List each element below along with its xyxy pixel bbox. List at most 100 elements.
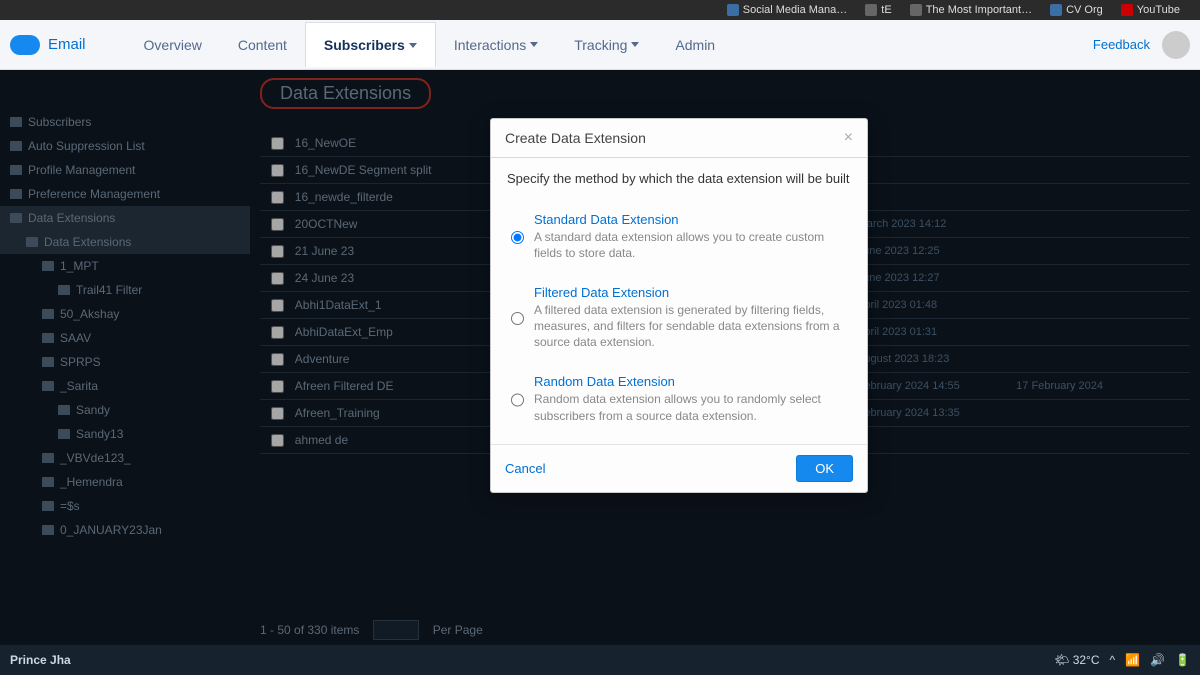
folder-label: Auto Suppression List: [28, 139, 145, 153]
row-checkbox[interactable]: [271, 380, 284, 393]
modal-prompt: Specify the method by which the data ext…: [507, 170, 851, 188]
nav-overview[interactable]: Overview: [126, 22, 220, 67]
row-checkbox[interactable]: [271, 191, 284, 204]
folder-icon: [42, 501, 54, 511]
option-description: A filtered data extension is generated b…: [534, 302, 847, 351]
bookmark[interactable]: The Most Important…: [910, 4, 1032, 16]
folder-icon: [42, 381, 54, 391]
browser-bookmarks: Social Media Mana… tE The Most Important… C…: [0, 0, 1200, 20]
radio-input[interactable]: [511, 287, 524, 351]
app-brand: Email: [48, 36, 86, 53]
sidebar-folder[interactable]: 50_Akshay: [0, 302, 250, 326]
row-date: 25 April 2023 01:31: [842, 326, 1016, 338]
sidebar-folder[interactable]: =$s: [0, 494, 250, 518]
folder-icon: [42, 357, 54, 367]
close-icon[interactable]: ×: [844, 129, 853, 147]
tray-chevron-icon[interactable]: ^: [1110, 653, 1116, 667]
folder-label: =$s: [60, 499, 80, 513]
sidebar-folder[interactable]: Preference Management: [0, 182, 250, 206]
row-checkbox[interactable]: [271, 137, 284, 150]
bookmark[interactable]: CV Org: [1050, 4, 1103, 16]
row-checkbox[interactable]: [271, 218, 284, 231]
sidebar-folder[interactable]: Data Extensions: [0, 230, 250, 254]
tray-wifi-icon[interactable]: 📶: [1125, 653, 1140, 667]
row-checkbox[interactable]: [271, 434, 284, 447]
nav-label: Subscribers: [324, 37, 405, 53]
folder-icon: [58, 285, 70, 295]
tray-volume-icon[interactable]: 🔊: [1150, 653, 1165, 667]
row-checkbox[interactable]: [271, 353, 284, 366]
folder-icon: [58, 429, 70, 439]
creation-method-option[interactable]: Filtered Data ExtensionA filtered data e…: [507, 275, 851, 365]
bookmark[interactable]: tE: [865, 4, 891, 16]
row-checkbox[interactable]: [271, 407, 284, 420]
nav-label: Overview: [144, 37, 202, 53]
sidebar-folder[interactable]: Subscribers: [0, 110, 250, 134]
salesforce-cloud-icon: [10, 35, 40, 55]
nav-label: Content: [238, 37, 287, 53]
bookmark-label: CV Org: [1066, 4, 1103, 16]
folder-icon: [10, 141, 22, 151]
ok-button[interactable]: OK: [796, 455, 853, 482]
row-checkbox[interactable]: [271, 245, 284, 258]
sidebar-folder[interactable]: 0_JANUARY23Jan: [0, 518, 250, 542]
cancel-button[interactable]: Cancel: [505, 461, 545, 476]
bookmark-label: The Most Important…: [926, 4, 1032, 16]
avatar[interactable]: [1162, 31, 1190, 59]
chevron-down-icon: [409, 43, 417, 48]
row-date: 24 June 2023 12:27: [842, 272, 1016, 284]
sidebar-folder[interactable]: Sandy: [0, 398, 250, 422]
bookmark[interactable]: Social Media Mana…: [727, 4, 848, 16]
radio-input[interactable]: [511, 214, 524, 261]
folder-tree: Subscribers Auto Suppression List Profile …: [0, 110, 250, 542]
folder-label: Sandy: [76, 403, 110, 417]
sidebar-folder[interactable]: _VBVde123_: [0, 446, 250, 470]
creation-method-option[interactable]: Standard Data ExtensionA standard data e…: [507, 202, 851, 275]
option-label: Random Data Extension: [534, 374, 847, 389]
tray-battery-icon[interactable]: 🔋: [1175, 653, 1190, 667]
per-page-select[interactable]: [373, 620, 418, 640]
sidebar-folder[interactable]: Profile Management: [0, 158, 250, 182]
sidebar-folder[interactable]: Auto Suppression List: [0, 134, 250, 158]
row-checkbox[interactable]: [271, 326, 284, 339]
pagination-range: 1 - 50 of 330 items: [260, 623, 359, 637]
nav-label: Admin: [675, 37, 715, 53]
row-date: 25 April 2023 01:48: [842, 299, 1016, 311]
folder-icon: [10, 189, 22, 199]
folder-icon: [42, 477, 54, 487]
folder-icon: [42, 261, 54, 271]
sidebar-folder[interactable]: 1_MPT: [0, 254, 250, 278]
sidebar-folder[interactable]: Sandy13: [0, 422, 250, 446]
sidebar-folder[interactable]: SAAV: [0, 326, 250, 350]
row-date: 15 February 2024 13:35: [842, 407, 1016, 419]
nav-subscribers[interactable]: Subscribers: [305, 22, 436, 67]
feedback-link[interactable]: Feedback: [1093, 37, 1150, 52]
creation-method-option[interactable]: Random Data Extension Random data extensi…: [507, 364, 851, 437]
bookmark[interactable]: YouTube: [1121, 4, 1180, 16]
sidebar-folder[interactable]: Data Extensions: [0, 206, 250, 230]
row-date: 21 June 2023 12:25: [842, 245, 1016, 257]
option-description: Random data extension allows you to rand…: [534, 391, 847, 423]
folder-label: SAAV: [60, 331, 91, 345]
weather-widget[interactable]: 🌤 32°C: [1054, 653, 1099, 667]
nav-tracking[interactable]: Tracking: [556, 22, 657, 67]
folder-label: Preference Management: [28, 187, 160, 201]
folder-icon: [42, 333, 54, 343]
row-checkbox[interactable]: [271, 299, 284, 312]
folder-label: 0_JANUARY23Jan: [60, 523, 162, 537]
nav-content[interactable]: Content: [220, 22, 305, 67]
bookmark-favicon-icon: [1121, 4, 1133, 16]
sidebar-folder[interactable]: _Sarita: [0, 374, 250, 398]
radio-input[interactable]: [511, 376, 524, 423]
bookmark-label: Social Media Mana…: [743, 4, 848, 16]
sidebar-folder[interactable]: Trail41 Filter: [0, 278, 250, 302]
sidebar-folder[interactable]: SPRPS: [0, 350, 250, 374]
folder-icon: [58, 405, 70, 415]
nav-interactions[interactable]: Interactions: [436, 22, 556, 67]
folder-label: Data Extensions: [28, 211, 115, 225]
row-checkbox[interactable]: [271, 272, 284, 285]
row-checkbox[interactable]: [271, 164, 284, 177]
folder-icon: [10, 117, 22, 127]
nav-admin[interactable]: Admin: [657, 22, 733, 67]
sidebar-folder[interactable]: _Hemendra: [0, 470, 250, 494]
